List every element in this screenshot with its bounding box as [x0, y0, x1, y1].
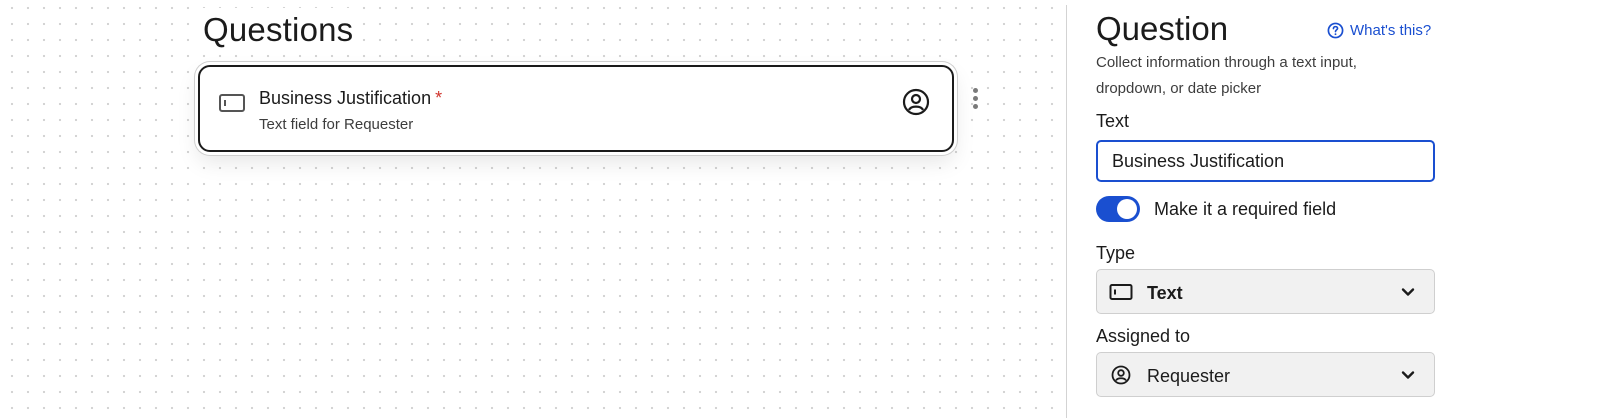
- question-subtitle: Text field for Requester: [259, 116, 414, 133]
- toggle-knob: [1117, 199, 1137, 219]
- question-text-input[interactable]: [1096, 140, 1435, 182]
- type-select-value: Text: [1147, 283, 1183, 303]
- questions-canvas: Questions Business Justification * Text f…: [0, 0, 1066, 418]
- text-field-icon: [219, 94, 245, 112]
- required-toggle[interactable]: [1096, 196, 1140, 222]
- question-more-menu-icon[interactable]: [970, 88, 980, 114]
- whats-this-label: What's this?: [1350, 22, 1432, 39]
- assigned-to-select-value: Requester: [1147, 366, 1231, 386]
- user-circle-icon: [902, 88, 930, 116]
- canvas-title: Questions: [201, 8, 358, 52]
- assigned-to-select[interactable]: Requester: [1096, 352, 1435, 397]
- chevron-down-icon: [1401, 371, 1415, 379]
- help-circle-icon: [1327, 22, 1344, 39]
- question-settings-panel: Question What's this? Collect informatio…: [1067, 0, 1604, 418]
- question-title-text: Business Justification: [259, 88, 432, 108]
- required-asterisk: *: [435, 88, 443, 108]
- question-card[interactable]: Business Justification * Text field for R…: [198, 65, 954, 152]
- user-circle-icon: [1111, 365, 1131, 385]
- question-title: Business Justification *: [259, 87, 442, 109]
- assigned-to-label: Assigned to: [1096, 326, 1191, 346]
- chevron-down-icon: [1401, 288, 1415, 296]
- panel-description: Collect information through a text input…: [1096, 54, 1357, 97]
- type-label: Type: [1096, 243, 1136, 263]
- required-toggle-label: Make it a required field: [1154, 199, 1337, 219]
- text-label: Text: [1096, 111, 1130, 131]
- text-field-icon: [1109, 284, 1133, 300]
- type-select[interactable]: Text: [1096, 269, 1435, 314]
- whats-this-link[interactable]: What's this?: [1327, 22, 1431, 39]
- panel-title: Question: [1096, 10, 1229, 47]
